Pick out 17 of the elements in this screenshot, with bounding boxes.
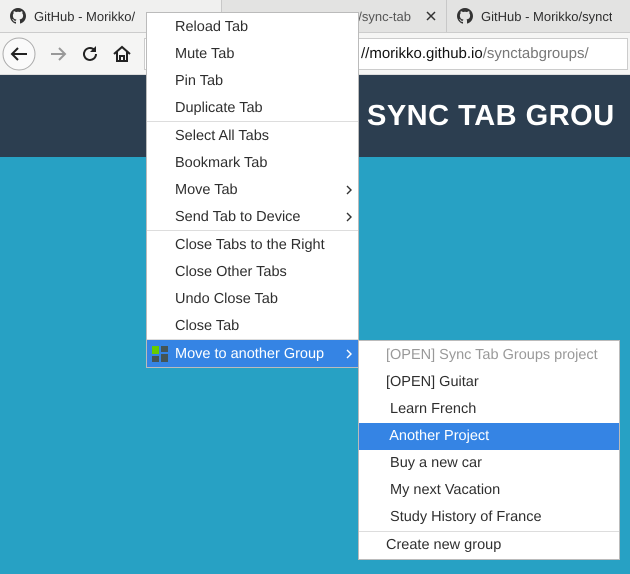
menu-item-label: Close Tabs to the Right — [175, 236, 326, 252]
menu-item-label: Move to another Group — [175, 346, 326, 362]
tab-title: GitHub - Morikko/synct — [481, 8, 612, 24]
menu-item-label: Select All Tabs — [175, 128, 270, 144]
menu-item-label: Undo Close Tab — [175, 290, 279, 306]
menu-item-label: Mute Tab — [175, 46, 236, 62]
page-title: SYNC TAB GROU — [367, 100, 615, 132]
menu-item-label: Close Other Tabs — [175, 264, 288, 280]
menu-item: [OPEN] Sync Tab Groups project — [385, 346, 599, 365]
menu-item-label: Send Tab to Device — [175, 208, 302, 224]
tab-title: /sync-tab — [358, 8, 411, 24]
menu-item-label: Move Tab — [175, 182, 239, 198]
menu-item-label: Close Tab — [175, 318, 240, 334]
tab-title: GitHub - Morikko/ — [34, 8, 136, 24]
menu-item-label: Bookmark Tab — [175, 154, 268, 170]
menu-item-label: Duplicate Tab — [175, 100, 264, 116]
menu-item-label: Pin Tab — [175, 72, 224, 88]
